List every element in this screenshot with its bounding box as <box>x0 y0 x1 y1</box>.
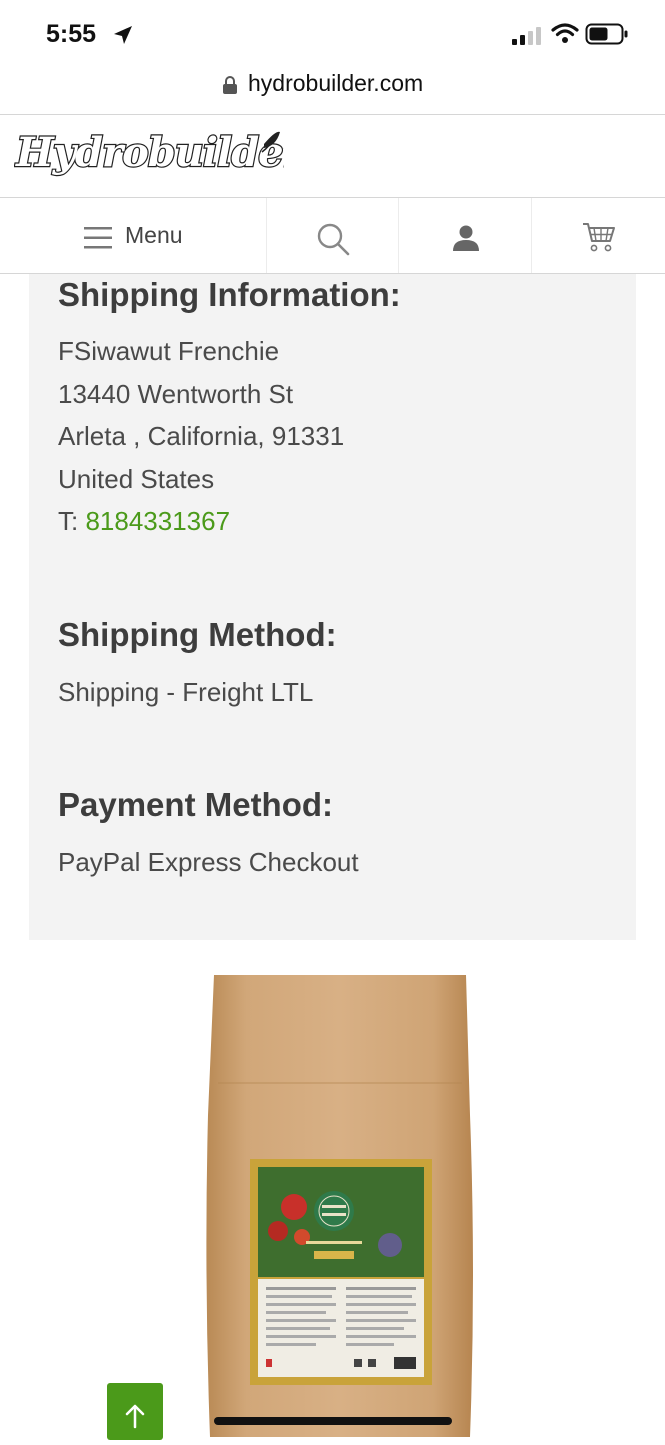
cart-icon[interactable] <box>582 221 616 253</box>
payment-method-heading: Payment Method: <box>58 786 334 823</box>
wifi-icon <box>551 23 579 43</box>
url-text[interactable]: hydrobuilder.com <box>248 70 423 97</box>
order-info-panel <box>29 274 636 940</box>
arrow-up-icon <box>125 1404 145 1429</box>
battery-icon <box>585 23 628 45</box>
shipping-city: Arleta , California, 91331 <box>58 421 345 451</box>
phone-link[interactable]: 8184331367 <box>85 506 230 536</box>
nav-separator <box>398 198 399 273</box>
hamburger-menu-icon[interactable] <box>84 226 112 250</box>
account-icon[interactable] <box>452 224 480 252</box>
shipping-method-value: Shipping - Freight LTL <box>58 677 314 707</box>
search-icon[interactable] <box>316 222 350 256</box>
shipping-info-heading: Shipping Information: <box>58 276 401 313</box>
logo-text: Hydrobuilder <box>15 129 284 176</box>
back-to-top-button[interactable] <box>107 1383 163 1440</box>
status-bar: 5:55 <box>0 0 665 68</box>
divider <box>0 114 665 115</box>
menu-button[interactable]: Menu <box>125 222 183 249</box>
shipping-phone-line: T: 8184331367 <box>58 506 230 537</box>
product-bag-image[interactable] <box>204 975 476 1442</box>
nav-separator <box>266 198 267 273</box>
shipping-name: FSiwawut Frenchie <box>58 336 280 366</box>
status-time: 5:55 <box>46 20 97 48</box>
shipping-method-heading: Shipping Method: <box>58 616 337 653</box>
site-logo[interactable]: Hydrobuilder <box>14 120 309 195</box>
nav-separator <box>531 198 532 273</box>
home-indicator[interactable] <box>214 1417 452 1425</box>
phone-prefix: T: <box>58 506 86 536</box>
location-arrow-icon <box>114 26 132 44</box>
payment-method-value: PayPal Express Checkout <box>58 847 359 877</box>
shipping-country: United States <box>58 464 215 494</box>
shipping-street: 13440 Wentworth St <box>58 379 294 409</box>
lock-icon <box>223 76 237 94</box>
signal-icon <box>512 27 541 45</box>
